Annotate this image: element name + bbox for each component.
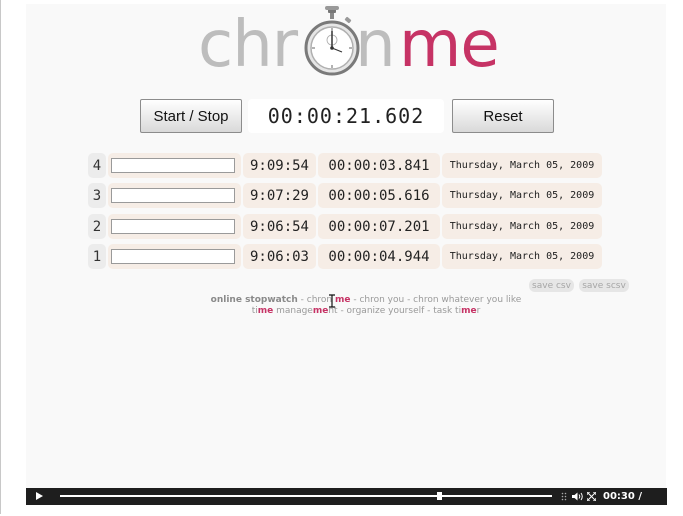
lap-note-cell [108, 153, 241, 178]
lap-clock-time: 9:06:54 [243, 214, 316, 239]
video-time: 00:30 / 00:39 [603, 491, 642, 515]
lap-clock-time: 9:06:03 [243, 244, 316, 269]
play-icon[interactable] [36, 492, 43, 500]
volume-icon[interactable] [572, 492, 584, 501]
lap-date: Thursday, March 05, 2009 [442, 183, 602, 208]
fullscreen-icon[interactable] [587, 492, 596, 501]
lap-clock-time: 9:09:54 [243, 153, 316, 178]
save-csv-button[interactable]: save csv [529, 279, 574, 292]
lap-date: Thursday, March 05, 2009 [442, 244, 602, 269]
lap-split-time: 00:00:05.616 [318, 183, 440, 208]
video-progress-track[interactable] [60, 495, 552, 497]
lap-note-cell [108, 244, 241, 269]
lap-split-time: 00:00:07.201 [318, 214, 440, 239]
tagline-highlight: me [257, 306, 274, 316]
lap-date: Thursday, March 05, 2009 [442, 153, 602, 178]
lap-note-cell [108, 214, 241, 239]
lap-split-time: 00:00:03.841 [318, 153, 440, 178]
tagline-text: manage [273, 306, 313, 316]
text-cursor-icon [329, 294, 335, 308]
resize-grip-icon [561, 492, 567, 501]
save-scsv-button[interactable]: save scsv [579, 279, 629, 292]
tagline-highlight: me [335, 295, 351, 305]
page-border [0, 0, 1, 514]
app-stage: chr n me Start / Stop 00:00:21.602 Reset … [26, 4, 666, 488]
tagline-text: - chron you - chron whatever you like [350, 295, 522, 305]
stopwatch-icon [304, 6, 360, 76]
logo-me: me [399, 8, 500, 82]
video-progress-thumb[interactable] [436, 492, 442, 500]
lap-number: 4 [88, 153, 106, 178]
lap-number: 2 [88, 214, 106, 239]
tagline-text: nt - organize yourself - task ti [328, 306, 462, 316]
lap-split-time: 00:00:04.944 [318, 244, 440, 269]
tagline-strong: online stopwatch [210, 295, 298, 305]
logo-chron: chr n [198, 8, 396, 82]
lap-note-input[interactable] [111, 249, 235, 264]
lap-clock-time: 9:07:29 [243, 183, 316, 208]
lap-note-input[interactable] [111, 219, 235, 234]
lap-note-cell [108, 183, 241, 208]
tagline-text: r [476, 306, 481, 316]
start-stop-button[interactable]: Start / Stop [140, 99, 242, 133]
stopwatch-display: 00:00:21.602 [248, 99, 444, 133]
tagline-highlight: me [312, 306, 329, 316]
lap-note-input[interactable] [111, 158, 235, 173]
video-control-bar: 00:30 / 00:39 [26, 488, 667, 515]
lap-number: 3 [88, 183, 106, 208]
reset-button[interactable]: Reset [452, 99, 554, 133]
lap-note-input[interactable] [111, 188, 235, 203]
lap-number: 1 [88, 244, 106, 269]
tagline-line2: time management - organize yourself - ta… [156, 305, 576, 317]
lap-date: Thursday, March 05, 2009 [442, 214, 602, 239]
tagline-highlight: me [461, 306, 477, 316]
logo: chr n me [198, 4, 500, 86]
